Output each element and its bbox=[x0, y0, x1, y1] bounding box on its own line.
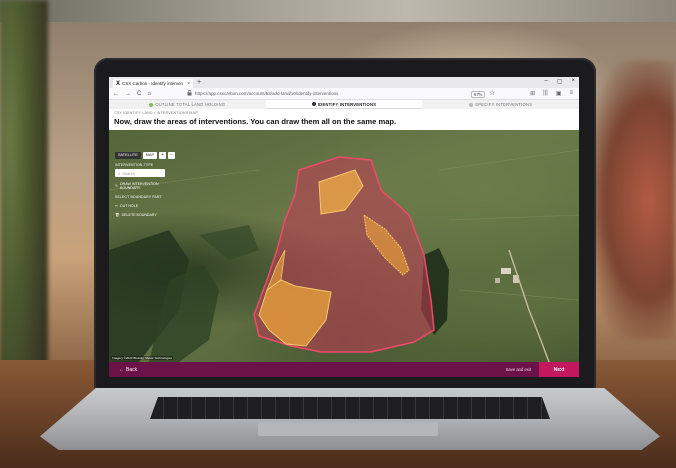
panel-heading: INTERVENTION TYPE bbox=[115, 163, 154, 167]
arrow-left-icon: ← bbox=[119, 366, 124, 373]
window-controls: – ▢ × bbox=[544, 78, 575, 85]
footer-bar: ← Back Save and exit Next bbox=[109, 362, 579, 377]
sidebar-icon[interactable]: ▣ bbox=[556, 90, 562, 97]
step-specify-interventions[interactable]: SPECIFY INTERVENTIONS bbox=[422, 100, 579, 109]
lock-icon bbox=[187, 89, 192, 98]
panel-subheading: SELECT BOUNDARY PART bbox=[115, 195, 162, 199]
progress-steps: OUTLINE TOTAL LAND HOLDING IDENTIFY INTE… bbox=[109, 100, 579, 109]
search-icon: ⌕ bbox=[118, 170, 121, 176]
map-overlays bbox=[109, 149, 579, 362]
page-title: Now, draw the areas of interventions. Yo… bbox=[114, 117, 397, 126]
step-outline-land[interactable]: OUTLINE TOTAL LAND HOLDING bbox=[109, 100, 266, 109]
step-label: OUTLINE TOTAL LAND HOLDING bbox=[155, 102, 226, 107]
satellite-map[interactable]: SATELLITE MAP + − INTERVENTION TYPE ⌕ Se… bbox=[109, 130, 579, 362]
tab-title: CSX Carbon - Identify interven bbox=[122, 81, 184, 86]
zoom-out-button[interactable]: − bbox=[168, 152, 175, 159]
step-current-icon bbox=[311, 102, 316, 106]
step-label: SPECIFY INTERVENTIONS bbox=[475, 102, 533, 107]
pencil-icon: ✎ bbox=[115, 184, 119, 188]
url-text[interactable]: https://app.csxcarbon.com/account/53/add… bbox=[195, 91, 338, 96]
draw-boundary-button[interactable]: ✎ DRAW INTERVENTION BOUNDARY bbox=[115, 182, 171, 190]
intervention-search-input[interactable]: ⌕ Search bbox=[115, 169, 165, 177]
back-label: Back bbox=[126, 366, 138, 373]
farm-track bbox=[508, 249, 550, 362]
step-pending-icon bbox=[469, 102, 474, 107]
search-placeholder: Search bbox=[122, 170, 135, 176]
back-button[interactable]: ← Back bbox=[119, 367, 137, 373]
farm-building bbox=[495, 278, 500, 283]
save-and-exit-button[interactable]: Save and exit bbox=[506, 367, 531, 372]
pocket-icon[interactable]: ⊞ bbox=[530, 90, 535, 97]
cut-hole-label: CUT HOLE bbox=[120, 204, 139, 208]
csx-logo-icon: X bbox=[116, 80, 121, 87]
forward-icon[interactable]: → bbox=[125, 91, 131, 97]
map-attribution: Imagery ©2023 Bluesky, Maxar Technologie… bbox=[111, 356, 173, 360]
minimize-icon[interactable]: – bbox=[544, 78, 547, 85]
delete-boundary-button[interactable]: 🗑 DELETE BOUNDARY bbox=[115, 213, 171, 217]
back-icon[interactable]: ← bbox=[113, 91, 119, 97]
intervention-panel: INTERVENTION TYPE ⌕ Search ✎ DRAW INTERV… bbox=[115, 163, 171, 217]
breadcrumb: CSX IDENTIFY LAND • INTERVENTIONS MAP bbox=[114, 111, 198, 115]
address-bar[interactable]: https://app.csxcarbon.com/account/53/add… bbox=[187, 89, 338, 98]
farm-building bbox=[501, 268, 511, 274]
draw-boundary-label: DRAW INTERVENTION BOUNDARY bbox=[120, 182, 159, 190]
step-complete-icon bbox=[149, 102, 154, 107]
next-button[interactable]: Next bbox=[539, 362, 579, 377]
satellite-toggle[interactable]: SATELLITE bbox=[115, 152, 141, 159]
browser-tab[interactable]: X CSX Carbon - Identify interven × bbox=[113, 79, 193, 88]
browser-tabbar: X CSX Carbon - Identify interven × + – ▢… bbox=[109, 77, 579, 88]
laptop-trackpad bbox=[258, 422, 438, 436]
background-brick-wall bbox=[586, 60, 676, 340]
forest-patch bbox=[199, 225, 259, 260]
cut-hole-button[interactable]: ✂ CUT HOLE bbox=[115, 204, 171, 208]
close-window-icon[interactable]: × bbox=[571, 78, 575, 85]
browser-toolbar: ← → C ⌂ https://app.csxcarbon.com/accoun… bbox=[109, 88, 579, 100]
map-toggle[interactable]: MAP bbox=[142, 152, 157, 159]
library-icon[interactable]: ||| bbox=[543, 90, 548, 97]
laptop-keyboard bbox=[150, 397, 550, 419]
zoom-in-button[interactable]: + bbox=[159, 152, 166, 159]
bookmark-star-icon[interactable]: ☆ bbox=[489, 89, 495, 97]
reload-icon[interactable]: C bbox=[137, 91, 141, 97]
trash-icon: 🗑 bbox=[115, 213, 120, 217]
step-identify-interventions[interactable]: IDENTIFY INTERVENTIONS bbox=[265, 100, 423, 109]
maximize-icon[interactable]: ▢ bbox=[557, 78, 563, 85]
map-type-controls: SATELLITE MAP + − bbox=[115, 152, 175, 159]
step-label: IDENTIFY INTERVENTIONS bbox=[317, 101, 377, 107]
new-tab-icon[interactable]: + bbox=[197, 79, 201, 86]
home-icon[interactable]: ⌂ bbox=[147, 91, 151, 97]
delete-boundary-label: DELETE BOUNDARY bbox=[121, 213, 157, 217]
browser-extension-icons: ⊞ ||| ▣ ≡ bbox=[530, 90, 573, 97]
background-window bbox=[0, 0, 676, 22]
tab-close-icon[interactable]: × bbox=[187, 81, 190, 87]
menu-icon[interactable]: ≡ bbox=[569, 90, 573, 97]
laptop-screen: X CSX Carbon - Identify interven × + – ▢… bbox=[109, 77, 579, 377]
page-header: CSX IDENTIFY LAND • INTERVENTIONS MAP No… bbox=[109, 109, 579, 130]
zoom-level[interactable]: 67% bbox=[471, 91, 486, 98]
scissors-icon: ✂ bbox=[115, 204, 119, 208]
